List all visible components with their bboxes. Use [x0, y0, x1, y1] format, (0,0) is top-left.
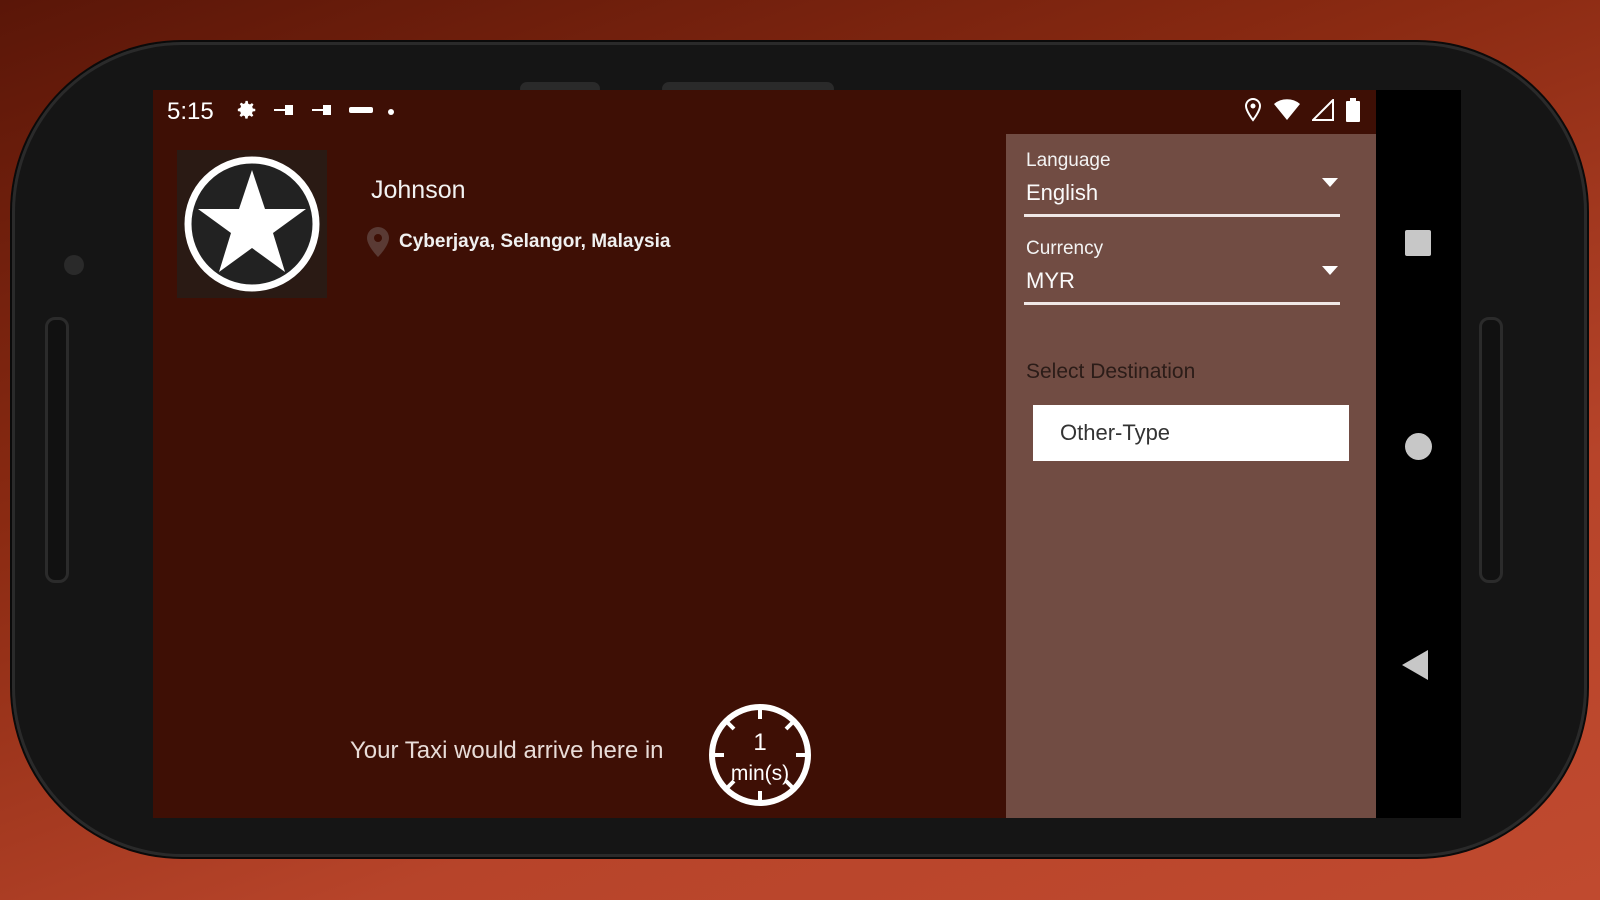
location-icon: [1244, 97, 1262, 126]
status-bar: 5:15: [153, 90, 1376, 134]
app-screen: 5:15 Johnson Cyberjaya, Selangor, Malays…: [153, 90, 1461, 818]
back-icon[interactable]: [1402, 650, 1428, 680]
settings-panel: Language English Currency MYR Select Des…: [1006, 134, 1376, 818]
battery-icon: [1346, 98, 1360, 126]
chevron-down-icon: [1322, 178, 1338, 187]
status-time: 5:15: [167, 98, 214, 125]
currency-label: Currency: [1026, 238, 1104, 259]
destination-label: Select Destination: [1026, 360, 1196, 383]
language-label: Language: [1026, 150, 1111, 171]
destination-button[interactable]: Other-Type: [1033, 405, 1349, 461]
arrival-text: Your Taxi would arrive here in: [350, 737, 664, 764]
recents-icon[interactable]: [1405, 230, 1431, 256]
language-underline: [1024, 214, 1340, 217]
usb-icon: [310, 103, 334, 121]
star-icon: [184, 156, 320, 292]
location-text: Cyberjaya, Selangor, Malaysia: [399, 231, 671, 252]
timer-minutes: 1: [753, 729, 766, 756]
language-value: English: [1026, 180, 1099, 205]
signal-icon: [1310, 97, 1334, 125]
arrival-timer: 1 min(s): [705, 700, 815, 810]
map-pin-icon: [367, 227, 389, 257]
dot-icon: [387, 109, 394, 115]
currency-value: MYR: [1026, 268, 1075, 293]
front-camera: [64, 255, 84, 275]
avatar[interactable]: [177, 150, 327, 298]
side-slot-right: [1479, 317, 1503, 583]
side-slot-left: [45, 317, 69, 583]
currency-underline: [1024, 302, 1340, 305]
wifi-icon: [1274, 99, 1300, 125]
user-name: Johnson: [371, 176, 466, 204]
chevron-down-icon: [1322, 266, 1338, 275]
usb-icon: [272, 103, 296, 121]
gear-icon: [236, 99, 258, 125]
user-location: Cyberjaya, Selangor, Malaysia: [365, 226, 670, 258]
home-icon[interactable]: [1405, 433, 1432, 460]
timer-dial-icon: 1 min(s): [709, 704, 811, 806]
timer-unit: min(s): [731, 762, 789, 785]
carrier-icon: [348, 104, 374, 120]
